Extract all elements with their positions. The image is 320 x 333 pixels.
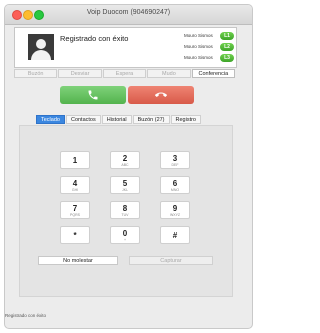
tab-voicemail[interactable]: Buzón (27) — [132, 115, 170, 124]
key-3[interactable]: 3 DEF — [160, 151, 190, 169]
hang-up-icon — [155, 92, 167, 97]
call-actions-bar: Buzón Desviar Espera Mudo Conferencia — [14, 69, 236, 78]
status-bar-text: Registrado con éxito — [5, 313, 47, 318]
line-status-2: Mouro Sismos L2 — [184, 43, 234, 53]
key-8[interactable]: 8 TUV — [110, 201, 140, 219]
line-label: Mouro Sismos — [184, 44, 213, 49]
avatar — [28, 34, 54, 60]
key-9[interactable]: 9 WXYZ — [160, 201, 190, 219]
key-star[interactable]: * — [60, 226, 90, 244]
line-status-1: Mouro Sismos L1 — [184, 32, 234, 42]
title-bar: Voip Duocom (904690247) — [5, 5, 252, 25]
line-label: Mouro Sismos — [184, 55, 213, 60]
registration-status-panel: Registrado con éxito Mouro Sismos L1 Mou… — [14, 27, 237, 68]
key-hash[interactable]: # — [160, 226, 190, 244]
line-status-3: Mouro Sismos L3 — [184, 54, 234, 64]
tab-history[interactable]: Historial — [101, 115, 132, 124]
key-1[interactable]: 1 — [60, 151, 90, 169]
keypad-panel: 1 2 ABC 3 DEF 4 GHI 5 JKL 6 MNO 7 PQRS 8 TUV 9W… — [19, 125, 233, 297]
hang-up-button[interactable] — [128, 86, 194, 104]
line-badge: L3 — [220, 54, 234, 62]
key-5[interactable]: 5 JKL — [110, 176, 140, 194]
key-7[interactable]: 7 PQRS — [60, 201, 90, 219]
line-label: Mouro Sismos — [184, 33, 213, 38]
mute-button[interactable]: Mudo — [147, 69, 191, 78]
key-6[interactable]: 6 MNO — [160, 176, 190, 194]
tab-keypad[interactable]: Teclado — [36, 115, 65, 124]
key-2[interactable]: 2 ABC — [110, 151, 140, 169]
capture-button[interactable]: Capturar — [129, 256, 213, 265]
key-4[interactable]: 4 GHI — [60, 176, 90, 194]
do-not-disturb-button[interactable]: No molestar — [38, 256, 118, 265]
line-badge: L1 — [220, 32, 234, 40]
tab-log[interactable]: Registro — [170, 115, 201, 124]
answer-call-button[interactable] — [60, 86, 126, 104]
hold-button[interactable]: Espera — [102, 69, 147, 78]
conference-button[interactable]: Conferencia — [191, 69, 236, 78]
divert-button[interactable]: Desviar — [58, 69, 102, 78]
phone-icon — [88, 90, 98, 100]
window-title: Voip Duocom (904690247) — [86, 9, 171, 16]
line-badge: L2 — [220, 43, 234, 51]
registration-status-text: Registrado con éxito — [60, 34, 129, 43]
tab-contacts[interactable]: Contactos — [65, 115, 101, 124]
key-0[interactable]: 0 + — [110, 226, 140, 244]
voicemail-button[interactable]: Buzón — [14, 69, 58, 78]
main-tabs: Teclado Contactos Historial Buzón (27) R… — [36, 115, 202, 124]
